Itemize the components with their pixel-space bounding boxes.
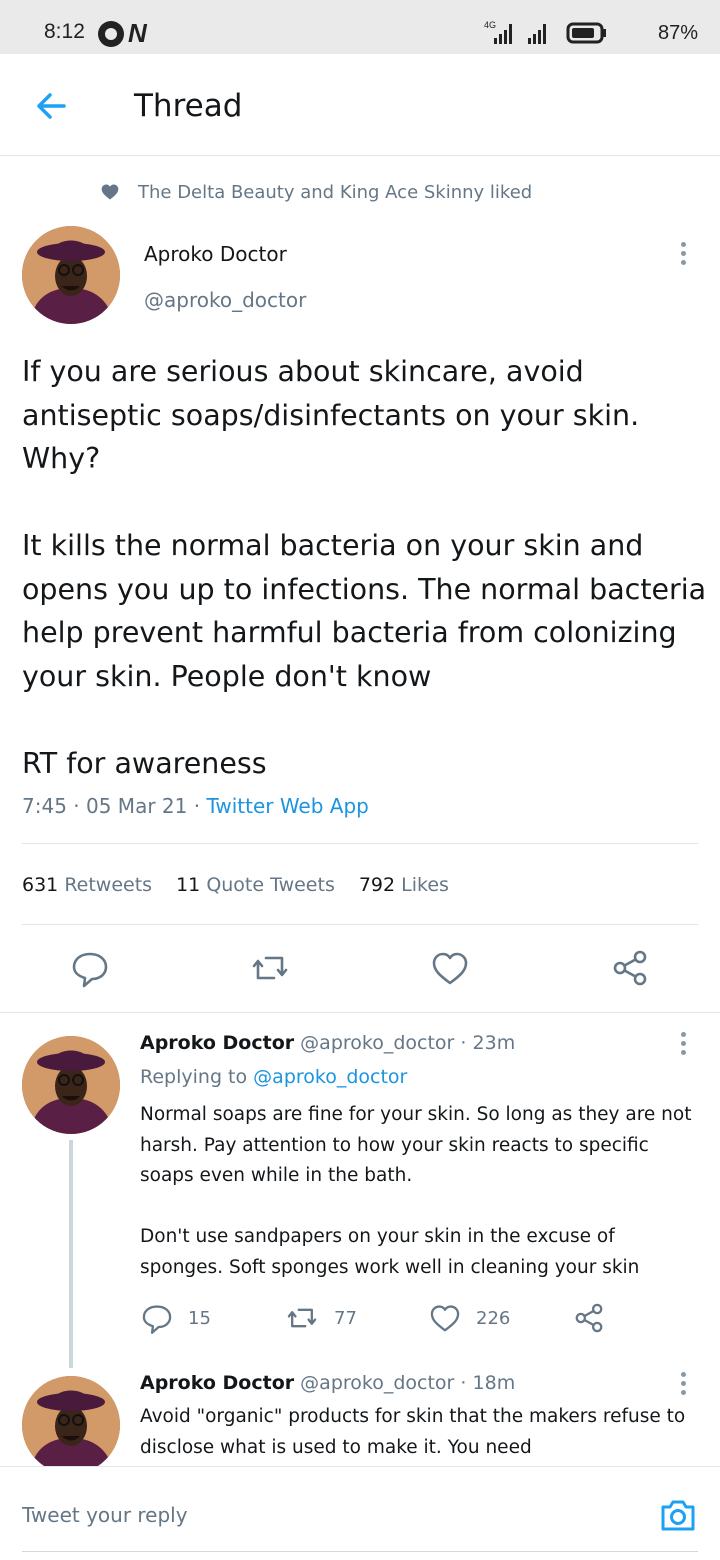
divider — [0, 1012, 720, 1013]
share-icon[interactable] — [572, 1300, 606, 1336]
quote-tweets-stat[interactable]: 11 Quote Tweets — [176, 874, 335, 896]
reply-header: Aproko Doctor @aproko_doctor · 23m — [140, 1032, 516, 1054]
more-icon[interactable] — [677, 1032, 689, 1058]
author-handle[interactable]: @aproko_doctor — [144, 288, 306, 312]
tweet-text: If you are serious about skincare, avoid… — [22, 350, 712, 785]
tweet-time: 7:45 — [22, 794, 67, 818]
reply-count: 15 — [188, 1307, 211, 1329]
thread-connector — [69, 1140, 73, 1368]
like-count: 226 — [476, 1307, 511, 1329]
retweet-icon[interactable] — [284, 1300, 320, 1336]
tweet-date: 05 Mar 21 — [86, 794, 188, 818]
battery-percent: 87% — [657, 22, 698, 44]
reply-text: Normal soaps are fine for your skin. So … — [140, 1104, 692, 1278]
likes-stat[interactable]: 792 Likes — [359, 874, 449, 896]
reply-action-like[interactable]: 226 — [428, 1300, 510, 1336]
reply-header: Aproko Doctor @aproko_doctor · 18m — [140, 1372, 516, 1394]
reply-icon[interactable] — [140, 1300, 174, 1336]
composer-underline — [22, 1551, 698, 1552]
divider — [22, 843, 698, 844]
share-icon[interactable] — [610, 946, 650, 990]
reply-composer — [0, 1466, 720, 1560]
reply-icon[interactable] — [70, 946, 110, 990]
avatar[interactable] — [22, 1036, 120, 1134]
notification-n-icon: N — [128, 18, 147, 48]
reply-author-handle[interactable]: @aproko_doctor — [300, 1372, 454, 1394]
divider — [22, 924, 698, 925]
retweet-icon[interactable] — [250, 946, 290, 990]
signal-battery-icons: 4G — [484, 20, 606, 44]
reply-text: Avoid "organic" products for skin that t… — [140, 1406, 686, 1458]
tweet-paragraph-2: It kills the normal bacteria on your ski… — [22, 529, 707, 693]
network-type: 4G — [484, 20, 496, 30]
like-icon[interactable] — [430, 946, 470, 990]
tweet-source-link[interactable]: Twitter Web App — [206, 794, 368, 818]
replying-to-link[interactable]: @aproko_doctor — [253, 1066, 407, 1088]
more-icon[interactable] — [677, 1372, 689, 1398]
back-arrow-icon[interactable] — [30, 84, 74, 128]
more-icon[interactable] — [677, 242, 689, 268]
like-icon[interactable] — [428, 1300, 462, 1336]
reply-action-retweet[interactable]: 77 — [284, 1300, 357, 1336]
reply-author-name[interactable]: Aproko Doctor — [140, 1032, 294, 1054]
reply-action-share[interactable] — [572, 1300, 606, 1336]
reply-age: 23m — [472, 1032, 516, 1054]
top-app-bar: Thread — [0, 54, 720, 156]
status-time: 8:12 — [44, 20, 85, 43]
status-bar: 8:12 N 4G 87% — [0, 0, 720, 54]
retweet-count: 77 — [334, 1307, 357, 1329]
heart-icon — [101, 184, 119, 200]
tweet-paragraph-3: RT for awareness — [22, 746, 267, 780]
tweet-paragraph-1: If you are serious about skincare, avoid… — [22, 355, 640, 475]
replying-to: Replying to @aproko_doctor — [140, 1066, 408, 1088]
reply-actions: 15 77 226 — [140, 1300, 700, 1336]
author-name[interactable]: Aproko Doctor — [144, 242, 287, 266]
tweet-meta: 7:45 · 05 Mar 21 · Twitter Web App — [22, 794, 369, 818]
reply-input[interactable] — [22, 1503, 582, 1527]
reply-author-name[interactable]: Aproko Doctor — [140, 1372, 294, 1394]
reply-age: 18m — [472, 1372, 516, 1394]
tweet-actions — [0, 946, 720, 996]
retweets-stat[interactable]: 631 Retweets — [22, 874, 152, 896]
reply-action-reply[interactable]: 15 — [140, 1300, 211, 1336]
reply-author-handle[interactable]: @aproko_doctor — [300, 1032, 454, 1054]
tweet-stats: 631 Retweets 11 Quote Tweets 792 Likes — [22, 874, 473, 896]
avatar[interactable] — [22, 226, 120, 324]
camera-icon[interactable] — [658, 1495, 698, 1535]
page-title: Thread — [134, 88, 243, 124]
social-context-text: The Delta Beauty and King Ace Skinny lik… — [138, 181, 533, 203]
social-context: The Delta Beauty and King Ace Skinny lik… — [100, 178, 532, 206]
avatar[interactable] — [22, 1376, 120, 1474]
whatsapp-icon — [98, 21, 124, 47]
